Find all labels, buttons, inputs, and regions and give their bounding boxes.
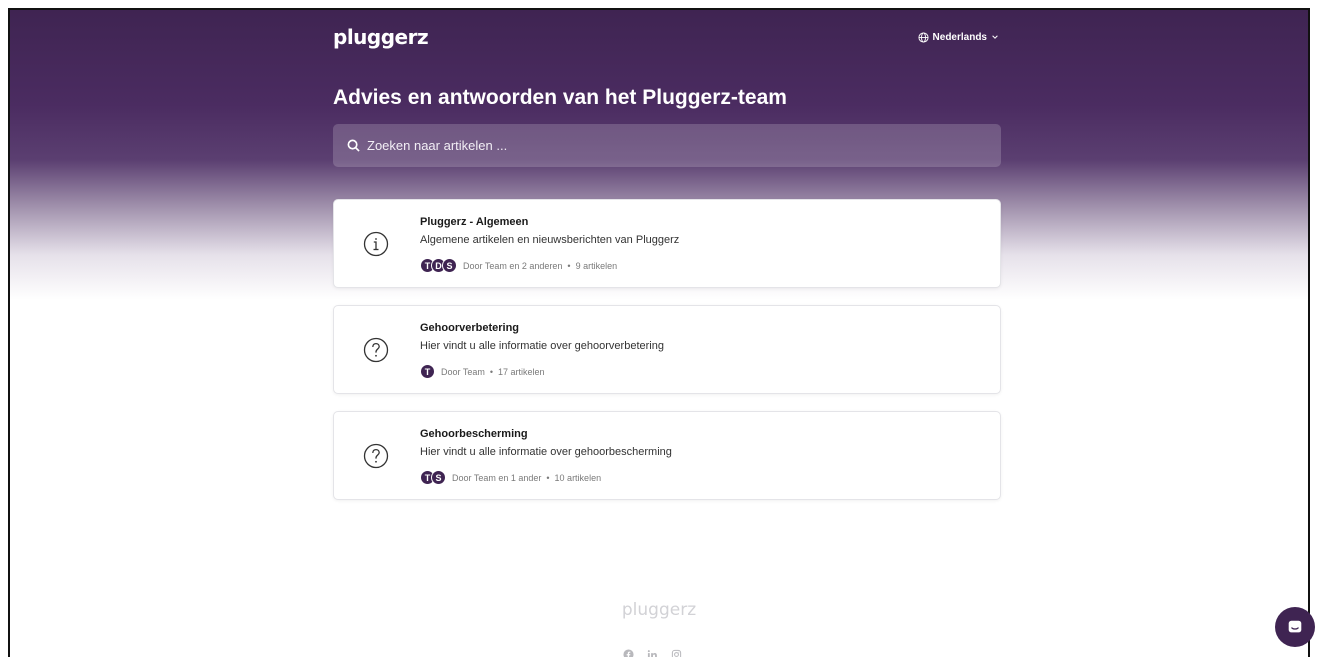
header-logo[interactable]: pluggerz	[333, 25, 429, 49]
question-icon	[363, 443, 389, 469]
footer-logo[interactable]: pluggerz	[10, 600, 1308, 620]
collection-article-count: 10 artikelen	[554, 472, 602, 483]
collection-article-count: 17 artikelen	[498, 366, 545, 377]
chat-launcher-button[interactable]	[1275, 607, 1315, 647]
collection-title: Gehoorverbetering	[420, 322, 520, 334]
facebook-icon[interactable]	[622, 648, 634, 657]
social-links	[622, 648, 682, 657]
chat-icon	[1288, 620, 1302, 633]
collection-authors: Door Team en 1 ander	[452, 472, 542, 483]
collection-meta: T D S Door Team en 2 anderen • 9 artikel…	[420, 258, 617, 273]
author-avatars: T	[420, 364, 435, 379]
avatar: T	[420, 364, 435, 379]
question-icon	[363, 337, 389, 363]
avatar: S	[442, 258, 457, 273]
separator: •	[567, 260, 571, 271]
collection-title: Gehoorbescherming	[420, 428, 528, 440]
author-avatars: T S	[420, 470, 446, 485]
search-icon	[347, 139, 360, 152]
instagram-icon[interactable]	[670, 648, 682, 657]
collection-card[interactable]: Gehoorbescherming Hier vindt u alle info…	[333, 411, 1001, 500]
author-avatars: T D S	[420, 258, 457, 273]
collection-card[interactable]: Gehoorverbetering Hier vindt u alle info…	[333, 305, 1001, 394]
language-label: Nederlands	[932, 31, 987, 43]
collection-title: Pluggerz - Algemeen	[420, 216, 529, 228]
collection-article-count: 9 artikelen	[575, 260, 618, 271]
search-input[interactable]	[367, 138, 947, 153]
separator: •	[489, 366, 494, 377]
top-bar: pluggerz Nederlands	[333, 24, 1001, 50]
collection-description: Hier vindt u alle informatie over gehoor…	[420, 340, 664, 352]
collection-description: Hier vindt u alle informatie over gehoor…	[420, 446, 672, 458]
avatar: S	[431, 470, 446, 485]
separator: •	[546, 472, 550, 483]
chevron-down-icon	[992, 35, 998, 39]
collection-card[interactable]: Pluggerz - Algemeen Algemene artikelen e…	[333, 199, 1001, 288]
collection-authors: Door Team	[441, 366, 485, 377]
page-title: Advies en antwoorden van het Pluggerz-te…	[333, 86, 787, 109]
collection-meta: T S Door Team en 1 ander • 10 artikelen	[420, 470, 601, 485]
linkedin-icon[interactable]	[646, 648, 658, 657]
collection-meta: T Door Team • 17 artikelen	[420, 364, 545, 379]
info-icon	[363, 231, 389, 257]
language-selector[interactable]: Nederlands	[917, 31, 999, 43]
search-bar[interactable]	[333, 124, 1001, 167]
globe-icon	[917, 31, 929, 43]
help-center-page: pluggerz Nederlands Advies en antwoorden…	[8, 8, 1310, 657]
collection-description: Algemene artikelen en nieuwsberichten va…	[420, 234, 680, 246]
collection-authors: Door Team en 2 anderen	[463, 260, 563, 271]
